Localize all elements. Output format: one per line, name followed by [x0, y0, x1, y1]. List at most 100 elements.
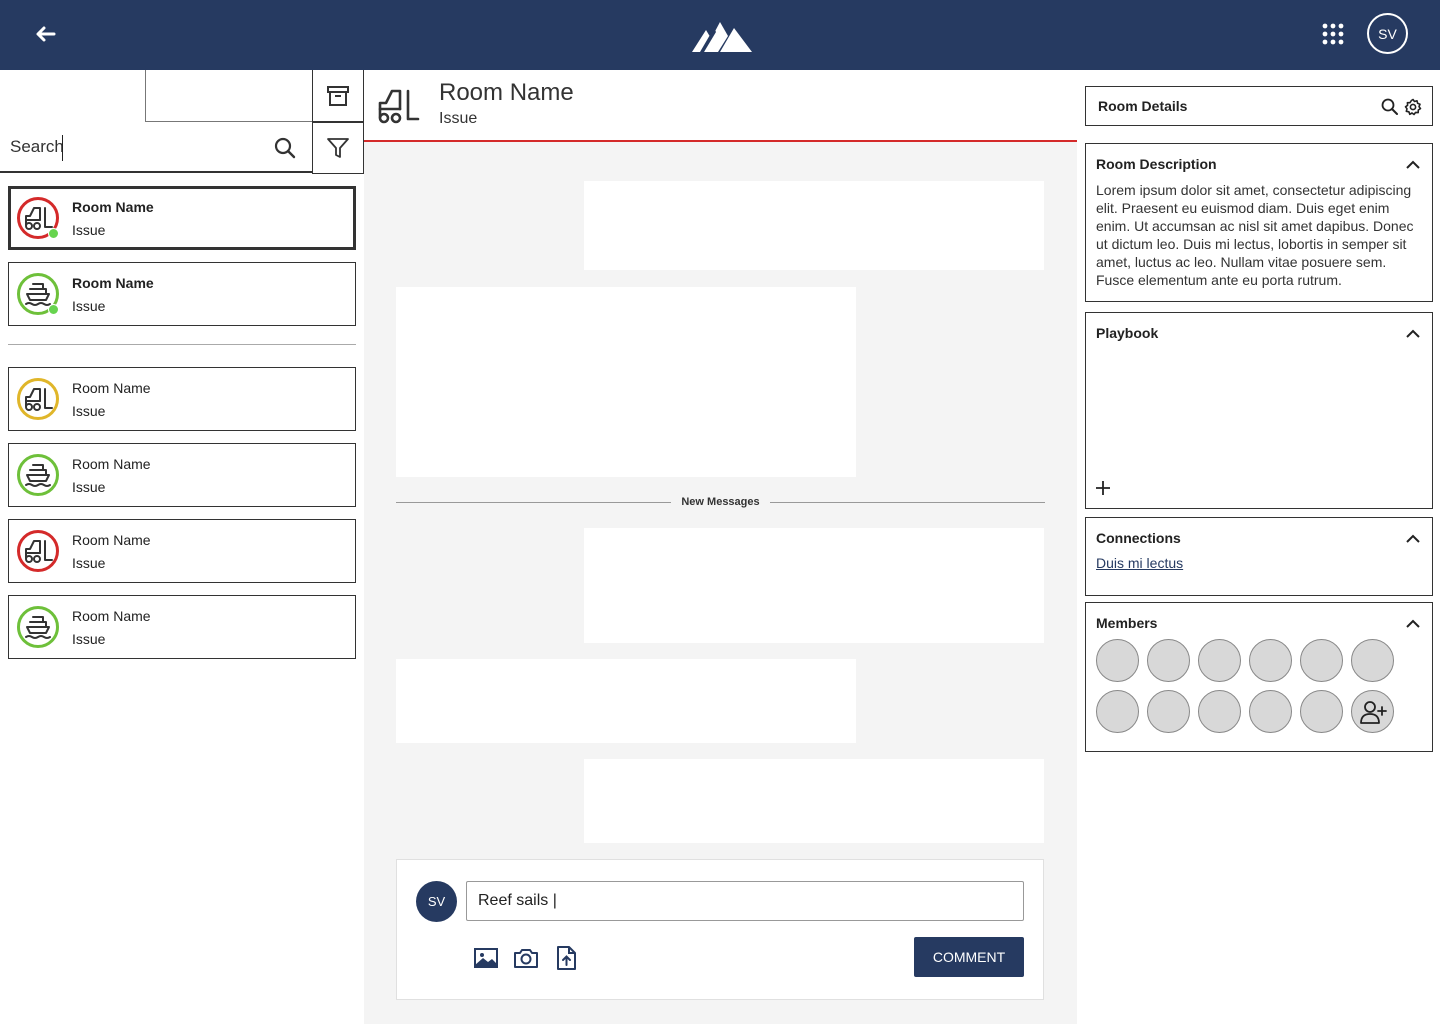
- room-subtitle: Issue: [439, 110, 478, 127]
- room-name: Room Name: [72, 456, 151, 472]
- gear-icon[interactable]: [1403, 97, 1423, 117]
- upload-file-button[interactable]: [552, 944, 580, 972]
- room-name: Room Name: [72, 275, 154, 291]
- member-avatar[interactable]: [1198, 639, 1241, 682]
- members-panel: Members: [1085, 602, 1433, 752]
- camera-button[interactable]: [512, 944, 540, 972]
- member-avatar[interactable]: [1096, 690, 1139, 733]
- room-list-item[interactable]: Room Name Issue: [8, 262, 356, 326]
- room-status-ring: [17, 606, 59, 648]
- room-list-item[interactable]: Room Name Issue: [8, 519, 356, 583]
- room-title: Room Name: [439, 79, 574, 106]
- file-upload-icon: [557, 946, 576, 970]
- comment-button[interactable]: COMMENT: [914, 937, 1024, 977]
- archive-icon: [327, 85, 349, 106]
- room-issue: Issue: [72, 403, 106, 419]
- room-status-ring: [17, 378, 59, 420]
- room-list-panel: Room Name Issue Room Name Issue Room Name Is…: [0, 70, 364, 1024]
- room-description-text: Lorem ipsum dolor sit amet, consectetur …: [1096, 182, 1414, 288]
- room-issue: Issue: [72, 222, 106, 238]
- arrow-left-icon: [36, 26, 56, 42]
- connection-link[interactable]: Duis mi lectus: [1096, 555, 1183, 571]
- image-icon: [474, 948, 498, 968]
- message-bubble: [584, 759, 1044, 843]
- comment-input[interactable]: [466, 881, 1024, 921]
- search-button[interactable]: [272, 135, 298, 161]
- message-bubble: [584, 528, 1044, 643]
- room-name: Room Name: [72, 608, 151, 624]
- chevron-up-icon[interactable]: [1404, 530, 1422, 548]
- room-issue: Issue: [72, 298, 106, 314]
- ship-icon: [23, 280, 53, 308]
- message-bubble: [396, 659, 856, 743]
- apps-grid-button[interactable]: [1318, 19, 1348, 49]
- room-list-item[interactable]: Room Name Issue: [8, 186, 356, 250]
- plus-icon[interactable]: [1094, 479, 1112, 497]
- user-avatar[interactable]: SV: [1367, 13, 1408, 54]
- room-issue: Issue: [72, 555, 106, 571]
- forklift-icon: [23, 205, 53, 231]
- online-indicator: [48, 228, 59, 239]
- room-header: Room Name Issue: [364, 70, 1077, 142]
- room-description-title: Room Description: [1096, 156, 1217, 172]
- room-name: Room Name: [72, 532, 151, 548]
- top-bar: SV: [0, 0, 1440, 70]
- connections-panel: Connections Duis mi lectus: [1085, 517, 1433, 596]
- new-messages-label: New Messages: [671, 496, 770, 508]
- room-details-bar: Room Details: [1085, 86, 1433, 126]
- member-avatar[interactable]: [1351, 639, 1394, 682]
- room-list-item[interactable]: Room Name Issue: [8, 595, 356, 659]
- chat-panel: Room Name Issue New Messages SV Reef sai…: [364, 70, 1077, 1024]
- room-list-item[interactable]: Room Name Issue: [8, 367, 356, 431]
- search-bar: [0, 122, 313, 173]
- online-indicator: [48, 304, 59, 315]
- left-top-box: [145, 70, 313, 122]
- room-status-ring: [17, 454, 59, 496]
- member-avatar[interactable]: [1300, 639, 1343, 682]
- room-list-divider: [8, 344, 356, 345]
- add-member-button[interactable]: [1351, 690, 1394, 733]
- member-avatar[interactable]: [1249, 639, 1292, 682]
- connections-title: Connections: [1096, 530, 1181, 546]
- chevron-up-icon[interactable]: [1404, 325, 1422, 343]
- comment-composer: SV COMMENT: [396, 859, 1044, 1000]
- room-list-item[interactable]: Room Name Issue: [8, 443, 356, 507]
- member-avatar[interactable]: [1300, 690, 1343, 733]
- room-issue: Issue: [72, 631, 106, 647]
- search-icon[interactable]: [1380, 97, 1400, 117]
- forklift-icon: [23, 538, 53, 564]
- chevron-up-icon[interactable]: [1404, 156, 1422, 174]
- message-bubble: [396, 287, 856, 477]
- member-avatar[interactable]: [1096, 639, 1139, 682]
- ship-icon: [23, 613, 53, 641]
- add-user-icon: [1359, 700, 1387, 724]
- members-title: Members: [1096, 615, 1158, 631]
- member-avatar[interactable]: [1147, 639, 1190, 682]
- member-avatar[interactable]: [1249, 690, 1292, 733]
- room-issue: Issue: [72, 479, 106, 495]
- member-avatar[interactable]: [1147, 690, 1190, 733]
- filter-button[interactable]: [312, 122, 364, 174]
- search-icon: [274, 137, 296, 159]
- forklift-icon: [378, 89, 420, 124]
- back-button[interactable]: [26, 17, 62, 53]
- mountain-logo: [690, 14, 754, 56]
- attach-image-button[interactable]: [472, 944, 500, 972]
- room-status-ring: [17, 530, 59, 572]
- playbook-title: Playbook: [1096, 325, 1159, 341]
- room-description-panel: Room Description Lorem ipsum dolor sit a…: [1085, 143, 1433, 302]
- filter-icon: [327, 138, 349, 158]
- composer-avatar: SV: [416, 881, 457, 922]
- room-name: Room Name: [72, 199, 154, 215]
- message-bubble: [584, 181, 1044, 270]
- text-caret: [62, 135, 63, 161]
- chevron-up-icon[interactable]: [1404, 615, 1422, 633]
- ship-icon: [23, 461, 53, 489]
- camera-icon: [514, 949, 538, 968]
- forklift-icon: [23, 386, 53, 412]
- room-name: Room Name: [72, 380, 151, 396]
- search-input[interactable]: [10, 132, 260, 162]
- playbook-panel: Playbook: [1085, 312, 1433, 509]
- archive-button[interactable]: [312, 70, 364, 122]
- member-avatar[interactable]: [1198, 690, 1241, 733]
